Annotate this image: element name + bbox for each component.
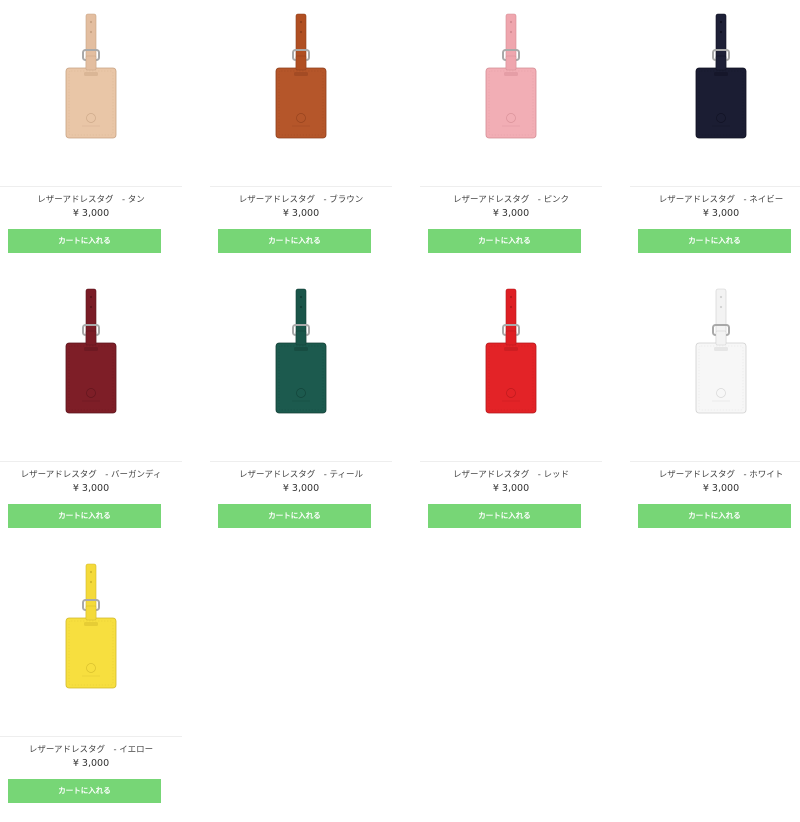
product-image[interactable] xyxy=(0,10,182,184)
add-to-cart-button[interactable]: カートに入れる xyxy=(428,504,581,528)
product-name[interactable]: レザーアドレスタグ - ピンク xyxy=(420,194,602,206)
product-image[interactable] xyxy=(630,10,800,184)
leather-tag-image xyxy=(485,13,537,139)
leather-tag-image xyxy=(275,13,327,139)
add-to-cart-button[interactable]: カートに入れる xyxy=(428,229,581,253)
add-to-cart-button[interactable]: カートに入れる xyxy=(638,229,791,253)
leather-tag-image xyxy=(275,288,327,414)
leather-tag-image xyxy=(695,13,747,139)
add-to-cart-button[interactable]: カートに入れる xyxy=(218,504,371,528)
product-name[interactable]: レザーアドレスタグ - タン xyxy=(0,194,182,206)
leather-tag-image xyxy=(485,288,537,414)
product-price: ¥ 3,000 xyxy=(72,758,110,769)
product-price: ¥ 3,000 xyxy=(282,208,320,219)
leather-tag-image xyxy=(65,563,117,689)
product-price: ¥ 3,000 xyxy=(702,483,740,494)
divider xyxy=(0,186,182,187)
add-to-cart-button[interactable]: カートに入れる xyxy=(8,779,161,803)
leather-tag-image xyxy=(695,288,747,414)
product-image[interactable] xyxy=(210,10,392,184)
product-image[interactable] xyxy=(420,10,602,184)
add-to-cart-button[interactable]: カートに入れる xyxy=(8,229,161,253)
leather-tag-image xyxy=(65,288,117,414)
product-name[interactable]: レザーアドレスタグ - ティール xyxy=(210,469,392,481)
divider xyxy=(210,186,392,187)
product-card: レザーアドレスタグ - タン ¥ 3,000 カートに入れる xyxy=(0,10,182,272)
product-image[interactable] xyxy=(420,285,602,459)
add-to-cart-button[interactable]: カートに入れる xyxy=(8,504,161,528)
divider xyxy=(630,186,800,187)
divider xyxy=(0,461,182,462)
leather-tag-image xyxy=(65,13,117,139)
product-name[interactable]: レザーアドレスタグ - バーガンディ xyxy=(0,469,182,481)
product-price: ¥ 3,000 xyxy=(702,208,740,219)
add-to-cart-button[interactable]: カートに入れる xyxy=(638,504,791,528)
product-grid: レザーアドレスタグ - タン ¥ 3,000 カートに入れる レザーアドレスタグ - … xyxy=(0,0,800,803)
product-name[interactable]: レザーアドレスタグ - ホワイト xyxy=(630,469,800,481)
product-price: ¥ 3,000 xyxy=(282,483,320,494)
product-price: ¥ 3,000 xyxy=(72,208,110,219)
product-card: レザーアドレスタグ - レッド ¥ 3,000 カートに入れる xyxy=(420,285,602,547)
product-card: レザーアドレスタグ - バーガンディ ¥ 3,000 カートに入れる xyxy=(0,285,182,547)
product-name[interactable]: レザーアドレスタグ - イエロー xyxy=(0,744,182,756)
product-card: レザーアドレスタグ - ピンク ¥ 3,000 カートに入れる xyxy=(420,10,602,272)
product-image[interactable] xyxy=(0,560,182,734)
product-price: ¥ 3,000 xyxy=(492,483,530,494)
product-card: レザーアドレスタグ - ティール ¥ 3,000 カートに入れる xyxy=(210,285,392,547)
divider xyxy=(210,461,392,462)
product-image[interactable] xyxy=(0,285,182,459)
product-price: ¥ 3,000 xyxy=(72,483,110,494)
product-card: レザーアドレスタグ - イエロー ¥ 3,000 カートに入れる xyxy=(0,560,182,822)
product-card: レザーアドレスタグ - ネイビー ¥ 3,000 カートに入れる xyxy=(630,10,800,272)
product-image[interactable] xyxy=(210,285,392,459)
add-to-cart-button[interactable]: カートに入れる xyxy=(218,229,371,253)
divider xyxy=(0,736,182,737)
product-price: ¥ 3,000 xyxy=(492,208,530,219)
divider xyxy=(420,186,602,187)
product-name[interactable]: レザーアドレスタグ - レッド xyxy=(420,469,602,481)
divider xyxy=(630,461,800,462)
product-name[interactable]: レザーアドレスタグ - ブラウン xyxy=(210,194,392,206)
product-name[interactable]: レザーアドレスタグ - ネイビー xyxy=(630,194,800,206)
product-card: レザーアドレスタグ - ホワイト ¥ 3,000 カートに入れる xyxy=(630,285,800,547)
product-card: レザーアドレスタグ - ブラウン ¥ 3,000 カートに入れる xyxy=(210,10,392,272)
divider xyxy=(420,461,602,462)
product-image[interactable] xyxy=(630,285,800,459)
